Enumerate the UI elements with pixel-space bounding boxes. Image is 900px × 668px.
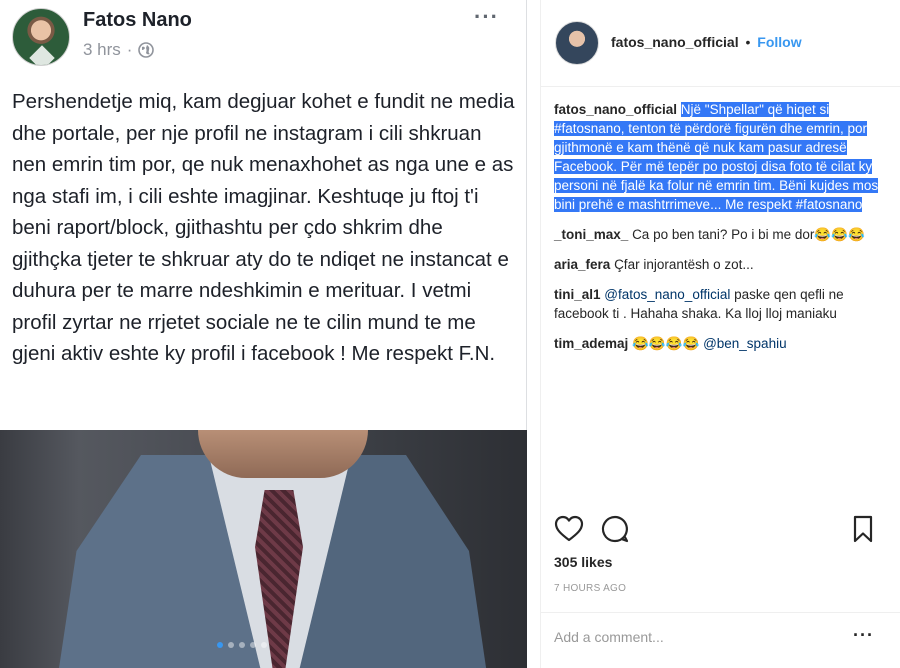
post-options-button[interactable]: ··· [474,4,499,30]
carousel-dot[interactable] [217,642,223,648]
ig-header: fatos_nano_official • Follow [541,0,900,87]
more-options-button[interactable]: ··· [853,625,874,646]
instagram-panel: fatos_nano_official • Follow fatos_nano_… [540,0,900,668]
bookmark-icon[interactable] [848,513,878,545]
carousel-dot[interactable] [239,642,245,648]
comment-user[interactable]: _toni_max_ [554,227,628,242]
ig-comments: fatos_nano_official Një "Shpellar" që hi… [554,100,884,353]
follow-button[interactable]: Follow [757,34,801,50]
facebook-post: Fatos Nano 3 hrs · ··· Pershendetje miq,… [0,0,527,668]
add-comment-bar: ··· [541,612,900,668]
ig-caption: fatos_nano_official Një "Shpellar" që hi… [554,100,884,214]
comment-user[interactable]: tim_ademaj [554,336,628,351]
post-timestamp: 7 HOURS AGO [554,583,627,594]
carousel-dots [217,642,267,648]
carousel-dot[interactable] [261,642,267,648]
carousel-dot[interactable] [228,642,234,648]
author-name[interactable]: Fatos Nano [83,9,192,32]
ig-actions [554,513,884,549]
ig-separator: • [745,34,751,50]
comment-user[interactable]: tini_al1 [554,287,601,302]
post-meta: 3 hrs · [83,40,155,60]
caption-text: Një "Shpellar" që hiqet si #fatosnano, t… [554,102,879,212]
comment-item: tini_al1 @fatos_nano_official paske qen … [554,285,884,323]
ig-handle[interactable]: fatos_nano_official [611,34,739,50]
comment-text: 😂😂😂😂 [632,336,704,351]
comment-item: _toni_max_ Ca po ben tani? Po i bi me do… [554,225,884,244]
ig-handle-row: fatos_nano_official • Follow [611,34,802,50]
comment-mention[interactable]: @fatos_nano_official [604,287,730,302]
comment-user[interactable]: aria_fera [554,257,610,272]
comment-item: tim_ademaj 😂😂😂😂 @ben_spahiu [554,334,884,353]
likes-count[interactable]: 305 likes [554,554,612,570]
carousel-dot[interactable] [250,642,256,648]
post-time[interactable]: 3 hrs [83,40,121,60]
meta-dot: · [126,40,133,59]
caption-user[interactable]: fatos_nano_official [554,102,677,117]
globe-icon [138,42,155,58]
photo-neck [198,430,368,478]
comment-icon[interactable] [600,513,630,545]
comment-item: aria_fera Çfar injorantësh o zot... [554,255,884,274]
author-avatar[interactable] [12,8,70,66]
heart-icon[interactable] [554,513,584,545]
comment-text: Çfar injorantësh o zot... [614,257,754,272]
comment-mention[interactable]: @ben_spahiu [703,336,787,351]
add-comment-input[interactable] [554,626,834,648]
post-photo[interactable] [0,430,527,668]
ig-avatar[interactable] [555,21,599,65]
post-text: Pershendetje miq, kam degjuar kohet e fu… [12,90,515,365]
comment-text: Ca po ben tani? Po i bi me dor😂😂😂 [632,227,865,242]
